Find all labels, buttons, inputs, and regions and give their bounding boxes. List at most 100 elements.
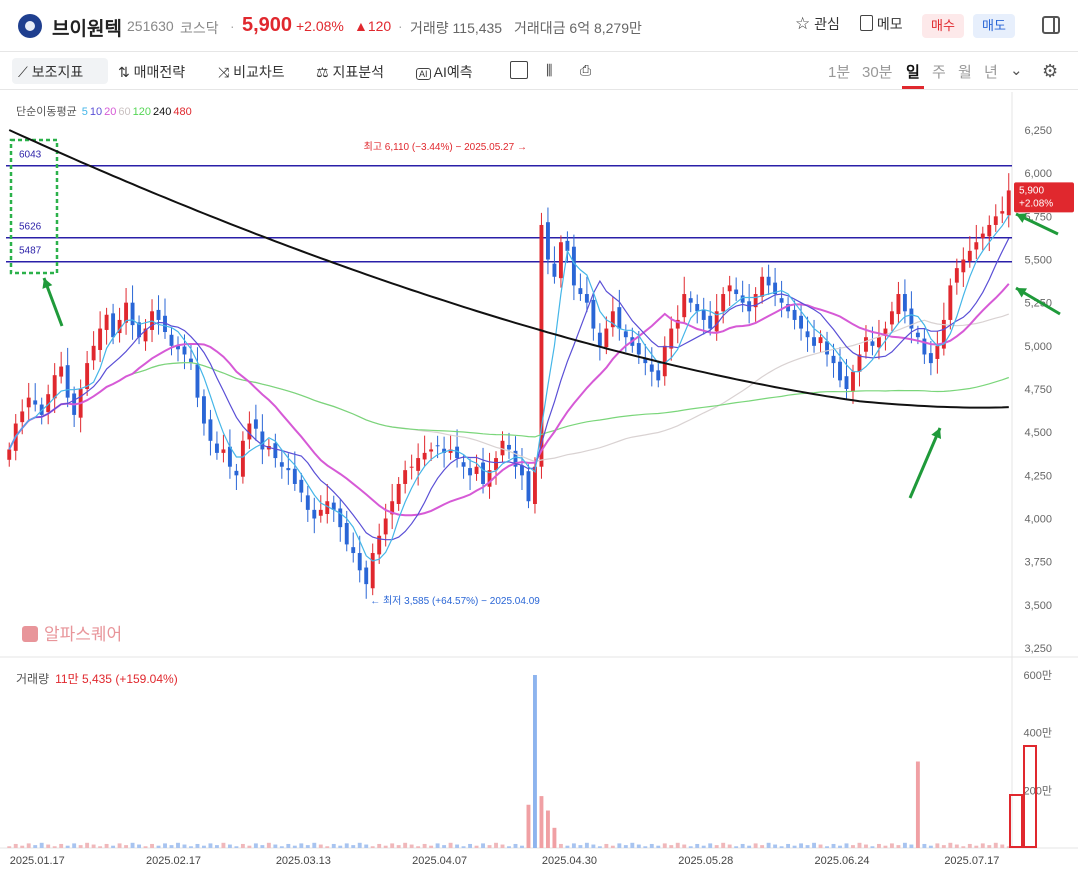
price-tick-label: 5,000	[1024, 341, 1052, 353]
candle-body	[338, 508, 343, 528]
candle-body	[481, 462, 485, 484]
volume-bar	[104, 843, 109, 848]
price-tick-label: 5,500	[1024, 255, 1052, 267]
volume-bar	[189, 846, 193, 848]
candle-body	[948, 285, 953, 320]
volume-bar	[558, 843, 563, 848]
candle	[221, 434, 226, 463]
volume-bar	[299, 843, 304, 848]
volume-bar	[877, 843, 881, 848]
candle	[351, 532, 356, 563]
volume-bar	[844, 843, 849, 848]
candle	[202, 389, 206, 436]
candle	[305, 485, 310, 522]
price-tick-label: 3,500	[1024, 600, 1052, 612]
candle-body	[214, 443, 219, 453]
x-axis-label: 2025.06.24	[815, 855, 870, 867]
volume-bar	[721, 842, 726, 848]
candle-body	[915, 332, 920, 338]
volume-bar	[20, 845, 25, 848]
candle-body	[721, 294, 726, 312]
candle-body	[597, 332, 602, 346]
candle-body	[130, 302, 135, 326]
volume-bar	[883, 845, 888, 848]
volume-bar	[500, 844, 505, 848]
candle	[656, 363, 661, 388]
candle-body	[312, 509, 317, 519]
candle-body	[792, 309, 797, 320]
candle	[597, 323, 602, 361]
candle	[727, 275, 732, 306]
volume-bar	[714, 845, 719, 848]
candle-body	[727, 285, 732, 292]
candle	[695, 294, 700, 324]
candle-body	[928, 353, 933, 364]
candle-body	[617, 307, 622, 329]
volume-bar	[78, 845, 83, 848]
volume-bar	[584, 842, 589, 848]
candle	[507, 432, 511, 459]
volume-bar	[520, 845, 524, 848]
watermark: 알파스퀘어	[22, 620, 122, 645]
volume-bar	[552, 827, 557, 848]
candle	[747, 284, 752, 324]
candle-body	[896, 294, 901, 315]
volume-bar	[805, 845, 810, 848]
volume-bar	[896, 845, 901, 848]
candle-body	[91, 345, 96, 361]
low-annotation: ← 최저 3,585 (+64.57%) − 2025.04.09	[370, 595, 540, 607]
candle-body	[279, 462, 284, 467]
candle	[591, 292, 596, 341]
volume-bar	[773, 844, 778, 848]
last-price-tag-price: 5,900	[1019, 185, 1044, 196]
candle-body	[468, 468, 473, 476]
volume-bar	[351, 845, 356, 848]
candle	[390, 483, 395, 530]
volume-bar	[468, 843, 473, 848]
candle-body	[844, 376, 849, 389]
volume-bar	[708, 843, 713, 848]
candle	[156, 295, 161, 335]
candle-body	[520, 465, 524, 476]
candle-body	[182, 346, 187, 355]
candle-body	[649, 364, 654, 372]
candle	[253, 404, 258, 441]
candle	[260, 414, 265, 465]
volume-bar	[156, 845, 161, 848]
candle-body	[825, 341, 829, 355]
candle-body	[987, 224, 992, 237]
candle	[227, 429, 232, 479]
volume-bar	[747, 845, 752, 848]
candle	[273, 433, 278, 468]
candle	[935, 331, 940, 374]
candle-body	[20, 411, 25, 423]
candle	[85, 351, 90, 396]
candle	[409, 454, 414, 480]
price-chart[interactable]: 6,2506,0005,7505,5005,2505,0004,7504,500…	[0, 0, 1078, 881]
volume-bar	[922, 843, 927, 848]
candle	[1006, 173, 1011, 228]
candle	[552, 246, 557, 284]
candle	[130, 285, 135, 340]
candle-body	[902, 294, 907, 312]
volume-bar	[416, 846, 421, 848]
candle	[662, 336, 667, 386]
candle	[91, 331, 96, 370]
volume-legend: 거래량 11만 5,435 (+159.04%)	[16, 670, 178, 687]
volume-bar	[513, 843, 518, 848]
candle	[773, 267, 778, 307]
candle-body	[260, 431, 265, 450]
volume-bar	[617, 843, 622, 848]
last-price-tag-change: +2.08%	[1019, 198, 1053, 209]
candle-body	[636, 343, 641, 355]
volume-bar	[331, 843, 336, 848]
candle-body	[65, 365, 70, 398]
volume-bar	[305, 845, 310, 848]
volume-tick-label: 400만	[1024, 727, 1052, 740]
annotation-arrow	[908, 427, 942, 499]
volume-bar	[792, 845, 797, 848]
volume-bar	[1000, 844, 1005, 848]
candle-body	[98, 328, 103, 350]
x-axis-label: 2025.01.17	[10, 855, 65, 867]
candle-body	[734, 289, 739, 295]
